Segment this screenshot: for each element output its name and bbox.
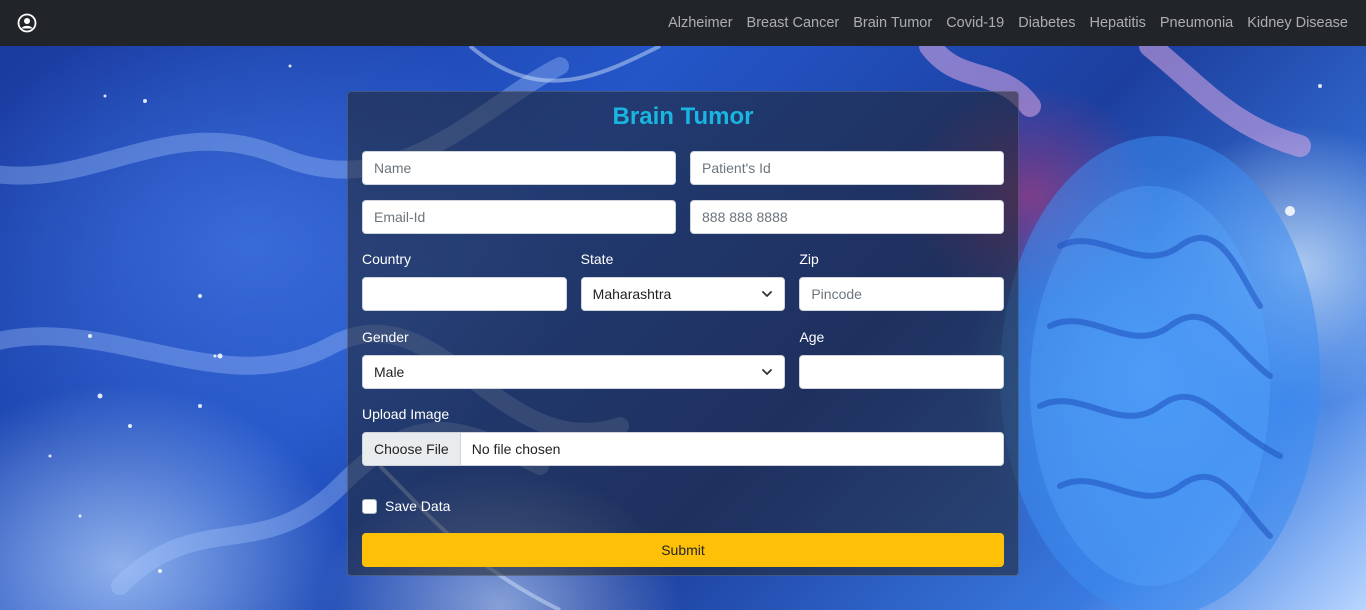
user-circle-icon[interactable] [17, 13, 37, 33]
age-input[interactable] [799, 355, 1004, 389]
state-label: State [580, 251, 614, 267]
country-input[interactable] [362, 277, 567, 311]
row-identity [362, 151, 1004, 185]
submit-button[interactable]: Submit [362, 533, 1004, 567]
form-card: Brain Tumor Country State Maharashtra Zi… [347, 91, 1019, 576]
row-contact [362, 200, 1004, 234]
nav-link-covid-19[interactable]: Covid-19 [939, 15, 1011, 31]
email-input[interactable] [362, 200, 676, 234]
country-label: Country [362, 251, 412, 267]
save-data-row: Save Data [362, 498, 450, 514]
nav-links: Alzheimer Breast Cancer Brain Tumor Covi… [661, 15, 1348, 31]
save-data-label: Save Data [385, 498, 451, 514]
nav-link-alzheimer[interactable]: Alzheimer [661, 15, 739, 31]
row-upload: Upload Image Choose File No file chosen [362, 404, 1004, 466]
chevron-down-icon [762, 369, 773, 375]
zip-label: Zip [799, 251, 819, 267]
nav-link-kidney-disease[interactable]: Kidney Disease [1240, 15, 1348, 31]
row-demographics: Gender Male Age [362, 327, 1004, 389]
chevron-down-icon [762, 291, 773, 297]
age-label: Age [799, 329, 825, 345]
nav-link-pneumonia[interactable]: Pneumonia [1153, 15, 1240, 31]
state-select-value: Maharashtra [592, 286, 672, 302]
gender-select[interactable]: Male [362, 355, 786, 389]
patient-id-input[interactable] [690, 151, 1004, 185]
navbar: Alzheimer Breast Cancer Brain Tumor Covi… [0, 0, 1366, 46]
state-select[interactable]: Maharashtra [580, 277, 786, 311]
name-input[interactable] [362, 151, 676, 185]
nav-link-breast-cancer[interactable]: Breast Cancer [740, 15, 847, 31]
nav-link-diabetes[interactable]: Diabetes [1011, 15, 1082, 31]
gender-label: Gender [362, 329, 409, 345]
choose-file-button[interactable]: Choose File [363, 433, 461, 465]
form-title: Brain Tumor [612, 103, 754, 130]
file-input[interactable]: Choose File No file chosen [362, 432, 1004, 466]
nav-link-hepatitis[interactable]: Hepatitis [1082, 15, 1152, 31]
row-address: Country State Maharashtra Zip [362, 249, 1005, 311]
gender-select-value: Male [374, 364, 405, 380]
phone-input[interactable] [690, 200, 1004, 234]
upload-label: Upload Image [362, 406, 450, 422]
file-status: No file chosen [471, 441, 561, 457]
save-data-checkbox[interactable] [362, 498, 377, 514]
zip-input[interactable] [799, 277, 1005, 311]
nav-link-brain-tumor[interactable]: Brain Tumor [846, 15, 939, 31]
